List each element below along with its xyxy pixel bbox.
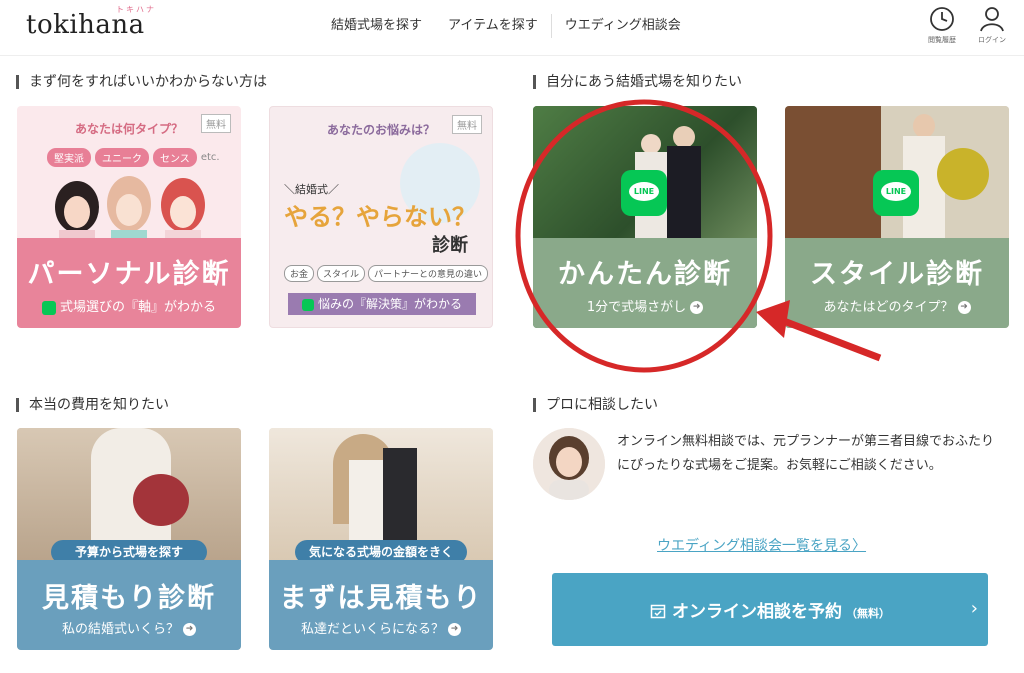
tag: パートナーとの意見の違い <box>368 265 488 282</box>
card-band: かんたん診断 1分で式場さがし ➜ <box>533 238 757 328</box>
card-band: まずは見積もり 私達だといくらになる？ ➜ <box>269 560 493 650</box>
bride-face <box>641 134 661 154</box>
arrow-circle-icon: ➜ <box>957 301 971 314</box>
nav-find-items[interactable]: アイテムを探す <box>435 15 551 37</box>
wedding-consult-list-link[interactable]: ウエディング相談会一覧を見る〉 <box>657 535 866 555</box>
nav-wedding-consult[interactable]: ウエディング相談会 <box>552 15 694 37</box>
card-subtitle: 悩みの『解決策』がわかる <box>288 293 476 315</box>
free-tag: 無料 <box>452 115 482 134</box>
line-icon <box>41 300 56 315</box>
arrow-circle-icon: ➜ <box>690 301 704 314</box>
login-button[interactable]: ログイン <box>972 6 1012 45</box>
card-subtitle: 1分で式場さがし ➜ <box>533 296 757 315</box>
chevron-right-icon: 〉 <box>852 538 867 554</box>
tag: 堅実派 <box>47 148 91 167</box>
section-heading-first: まず何をすればいいかわからない方は <box>16 75 267 89</box>
free-tag: 無料 <box>201 114 231 133</box>
site-header: tokihana トキハナ 結婚式場を探す アイテムを探す ウエディング相談会 … <box>0 0 1024 56</box>
card-title: かんたん診断 <box>558 259 732 290</box>
first-estimate-card[interactable]: 気になる式場の金額をきく まずは見積もり 私達だといくらになる？ ➜ <box>269 428 493 650</box>
calendar-check-icon <box>650 604 666 619</box>
worry-diagnosis-card[interactable]: あなたのお悩みは？ 無料 ＼結婚式／ やる？やらない？ 診断 お金 スタイル パ… <box>269 106 493 328</box>
card-title: 見積もり診断 <box>42 583 216 614</box>
tag: お金 <box>284 265 315 282</box>
card-band: パーソナル診断 式場選びの『軸』がわかる <box>17 238 241 328</box>
type-tags: 堅実派 ユニーク センス etc. <box>47 148 220 167</box>
section-heading-cost: 本当の費用を知りたい <box>16 398 169 412</box>
card-subtitle: 私の結婚式いくら？ ➜ <box>17 618 241 637</box>
main-nav: 結婚式場を探す アイテムを探す ウエディング相談会 <box>318 14 694 38</box>
style-diagnosis-card[interactable]: LINE スタイル診断 あなたはどのタイプ？ ➜ <box>785 106 1009 328</box>
wood-door-photo <box>785 106 881 238</box>
groom-suit <box>383 448 417 540</box>
tag: スタイル <box>317 265 366 282</box>
tag: ユニーク <box>95 148 149 167</box>
bouquet <box>133 474 189 526</box>
card-subtitle: 私達だといくらになる？ ➜ <box>269 618 493 637</box>
tag-etc: etc. <box>200 152 220 163</box>
card-kicker: ＼結婚式／ <box>284 183 339 196</box>
card-headline: やる？やらない？ <box>284 203 476 231</box>
arrow-circle-icon: ➜ <box>448 623 461 636</box>
logo-kana: トキハナ <box>116 5 156 14</box>
section-heading-venue: 自分にあう結婚式場を知りたい <box>533 75 742 89</box>
planner-photo <box>533 428 605 500</box>
card-subtitle: あなたはどのタイプ？ ➜ <box>785 296 1009 315</box>
card-title: パーソナル診断 <box>27 259 231 290</box>
personal-diagnosis-card[interactable]: あなたは何タイプ？ 無料 堅実派 ユニーク センス etc. パーソナル診断 式… <box>17 106 241 328</box>
illustration-three-women <box>55 176 205 242</box>
arrow-circle-icon: ➜ <box>183 623 196 636</box>
cta-label: オンライン相談を予約 （無料） <box>552 597 988 622</box>
estimate-diagnosis-card[interactable]: 予算から式場を探す 見積もり診断 私の結婚式いくら？ ➜ <box>17 428 241 650</box>
bride-dress <box>349 460 383 540</box>
easy-diagnosis-card[interactable]: LINE かんたん診断 1分で式場さがし ➜ <box>533 106 757 328</box>
card-subtitle: 式場選びの『軸』がわかる <box>17 296 241 315</box>
card-title: まずは見積もり <box>279 583 483 614</box>
line-icon: LINE <box>621 170 667 216</box>
line-icon: LINE <box>873 170 919 216</box>
book-online-consult-button[interactable]: オンライン相談を予約 （無料） › <box>552 573 988 646</box>
bride-face <box>913 114 935 138</box>
card-band: スタイル診断 あなたはどのタイプ？ ➜ <box>785 238 1009 328</box>
line-icon <box>301 298 314 311</box>
bouquet <box>937 148 989 200</box>
card-diag: 診断 <box>432 235 468 256</box>
groom-face <box>673 126 695 148</box>
clock-icon <box>930 7 954 31</box>
login-label: ログイン <box>978 36 1006 44</box>
planner-avatar <box>533 428 605 500</box>
card-band: 見積もり診断 私の結婚式いくら？ ➜ <box>17 560 241 650</box>
history-button[interactable]: 閲覧履歴 <box>922 6 962 45</box>
consult-description: オンライン無料相談では、元プランナーが第三者目線でおふたりにぴったりな式場をご提… <box>617 434 995 473</box>
chevron-right-icon: › <box>970 598 978 619</box>
nav-find-venue[interactable]: 結婚式場を探す <box>318 15 435 37</box>
history-label: 閲覧履歴 <box>928 36 956 44</box>
tag: センス <box>153 148 197 167</box>
person-icon <box>980 7 1004 32</box>
worry-tags: お金 スタイル パートナーとの意見の違い <box>284 265 488 282</box>
groom-suit <box>667 146 701 238</box>
section-heading-pro: プロに相談したい <box>533 398 658 412</box>
card-title: スタイル診断 <box>810 259 984 290</box>
